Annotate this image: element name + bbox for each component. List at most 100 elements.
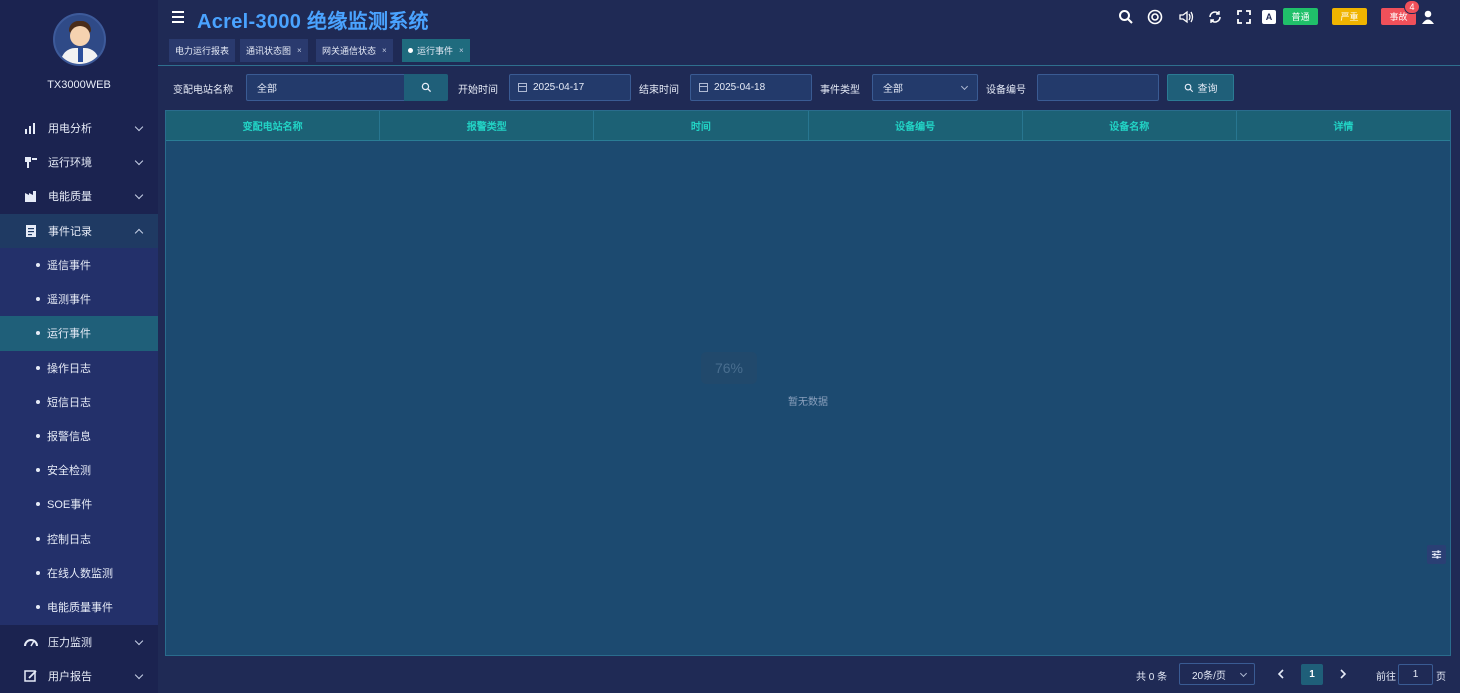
factory-icon xyxy=(25,191,36,202)
sidebar-item-label: 控制日志 xyxy=(47,533,91,546)
search-icon xyxy=(1184,83,1193,92)
start-time-label: 开始时间 xyxy=(458,85,498,96)
sidebar-item-remote-signal-events[interactable]: 遥信事件 xyxy=(0,248,158,282)
event-type-select[interactable]: 全部 xyxy=(872,74,978,101)
end-date-input[interactable]: 2025-04-18 xyxy=(690,74,812,101)
page-number-current[interactable]: 1 xyxy=(1301,664,1323,685)
tab-gateway-status[interactable]: 网关通信状态 × xyxy=(316,39,393,62)
serious-alarm-button[interactable]: 严重 xyxy=(1332,8,1367,25)
column-header[interactable]: 详情 xyxy=(1237,111,1450,140)
event-type-label: 事件类型 xyxy=(820,85,860,96)
sidebar-item-safety-check[interactable]: 安全检测 xyxy=(0,453,158,487)
events-table: 变配电站名称 报警类型 时间 设备编号 设备名称 详情 76% 暂无数据 xyxy=(165,110,1451,656)
calendar-icon xyxy=(518,83,527,92)
normal-alarm-button[interactable]: 普通 xyxy=(1283,8,1318,25)
station-search-button[interactable] xyxy=(404,74,448,101)
sidebar-item-alarm-info[interactable]: 报警信息 xyxy=(0,419,158,453)
sidebar-item-telemetry-events[interactable]: 遥测事件 xyxy=(0,282,158,316)
column-header[interactable]: 报警类型 xyxy=(380,111,595,140)
sidebar-item-label: 报警信息 xyxy=(47,431,91,444)
active-dot-icon xyxy=(408,48,413,53)
nav-group-label: 运行环境 xyxy=(48,157,92,169)
prev-page-icon[interactable] xyxy=(1275,668,1287,680)
device-no-input[interactable] xyxy=(1037,74,1159,101)
user-icon[interactable] xyxy=(1420,9,1436,25)
tab-label: 网关通信状态 xyxy=(322,46,377,56)
column-header[interactable]: 设备编号 xyxy=(809,111,1023,140)
help-icon[interactable] xyxy=(1147,9,1163,25)
avatar[interactable] xyxy=(52,13,106,66)
chevron-up-icon xyxy=(134,228,144,238)
column-settings-button[interactable] xyxy=(1427,545,1446,564)
station-value: 全部 xyxy=(257,84,277,95)
sidebar-item-label: 运行事件 xyxy=(47,328,91,341)
goto-label: 前往 xyxy=(1376,672,1396,683)
sidebar-item-soe-events[interactable]: SOE事件 xyxy=(0,487,158,521)
column-header[interactable]: 设备名称 xyxy=(1023,111,1237,140)
nav-group-label: 压力监测 xyxy=(48,637,92,649)
tab-power-report[interactable]: 电力运行报表 xyxy=(169,39,236,62)
chevron-down-icon xyxy=(1239,669,1248,678)
sidebar-item-run-events[interactable]: 运行事件 xyxy=(0,316,158,351)
tab-divider xyxy=(158,65,1460,66)
goto-page-input[interactable]: 1 xyxy=(1398,664,1433,685)
page-size-value: 20条/页 xyxy=(1192,670,1226,682)
query-button[interactable]: 查询 xyxy=(1167,74,1234,101)
column-header[interactable]: 时间 xyxy=(594,111,809,140)
close-icon[interactable]: × xyxy=(459,46,464,55)
sidebar-item-online-users[interactable]: 在线人数监测 xyxy=(0,556,158,590)
search-icon[interactable] xyxy=(1118,9,1134,25)
empty-state-text: 暂无数据 xyxy=(788,397,828,408)
username: TX3000WEB xyxy=(47,79,111,91)
sidebar-item-power-quality-events[interactable]: 电能质量事件 xyxy=(0,590,158,624)
environment-icon xyxy=(25,157,37,168)
bar-chart-icon xyxy=(25,123,35,134)
start-date-input[interactable]: 2025-04-17 xyxy=(509,74,631,101)
nav-group-label: 用电分析 xyxy=(48,123,92,135)
close-icon[interactable]: × xyxy=(297,46,302,55)
nav-group-pressure-monitoring[interactable]: 压力监测 xyxy=(0,625,158,659)
refresh-icon[interactable] xyxy=(1207,9,1223,25)
nav-group-power-analysis[interactable]: 用电分析 xyxy=(0,111,158,145)
column-header[interactable]: 变配电站名称 xyxy=(166,111,381,140)
nav-group-label: 用户报告 xyxy=(48,671,92,683)
station-input[interactable]: 全部 xyxy=(246,74,406,101)
sidebar-item-label: 在线人数监测 xyxy=(47,567,113,580)
query-label: 查询 xyxy=(1197,84,1218,95)
tab-comm-status[interactable]: 通讯状态图 × xyxy=(240,39,308,62)
next-page-icon[interactable] xyxy=(1337,668,1349,680)
tab-bar: 电力运行报表 通讯状态图 × 网关通信状态 × 运行事件 × xyxy=(158,38,1460,64)
nav-group-power-quality[interactable]: 电能质量 xyxy=(0,179,158,213)
close-icon[interactable]: × xyxy=(382,46,387,55)
app-title: Acrel-3000 绝缘监测系统 xyxy=(197,11,429,33)
fullscreen-icon[interactable] xyxy=(1236,9,1252,25)
sidebar-item-sms-log[interactable]: 短信日志 xyxy=(0,385,158,419)
sliders-icon xyxy=(1431,550,1442,559)
menu-toggle-icon[interactable] xyxy=(172,11,184,23)
chevron-down-icon xyxy=(134,670,144,680)
device-no-label: 设备编号 xyxy=(986,85,1026,96)
sidebar-item-label: 遥信事件 xyxy=(47,260,91,273)
gauge-icon xyxy=(24,639,38,647)
station-label: 变配电站名称 xyxy=(173,85,233,96)
tab-label: 通讯状态图 xyxy=(246,46,292,56)
event-type-value: 全部 xyxy=(883,84,903,95)
nav-group-user-reports[interactable]: 用户报告 xyxy=(0,659,158,693)
end-time-label: 结束时间 xyxy=(639,85,679,96)
sidebar-item-operation-log[interactable]: 操作日志 xyxy=(0,351,158,385)
nav-group-label: 电能质量 xyxy=(48,191,92,203)
sidebar-item-label: 遥测事件 xyxy=(47,294,91,307)
tab-label: 电力运行报表 xyxy=(175,46,230,56)
volume-icon[interactable] xyxy=(1178,9,1194,25)
tab-run-events[interactable]: 运行事件 × xyxy=(402,39,470,62)
nav-group-event-records[interactable]: 事件记录 xyxy=(0,214,158,248)
translate-icon[interactable]: A xyxy=(1262,10,1276,24)
nav-group-environment[interactable]: 运行环境 xyxy=(0,145,158,179)
user-panel: TX3000WEB xyxy=(0,0,158,110)
sidebar-item-label: SOE事件 xyxy=(47,499,93,512)
sidebar-item-control-log[interactable]: 控制日志 xyxy=(0,522,158,556)
page-size-select[interactable]: 20条/页 xyxy=(1179,663,1255,685)
sidebar-item-label: 电能质量事件 xyxy=(47,601,113,614)
chevron-down-icon xyxy=(134,156,144,166)
calendar-icon xyxy=(699,83,708,92)
